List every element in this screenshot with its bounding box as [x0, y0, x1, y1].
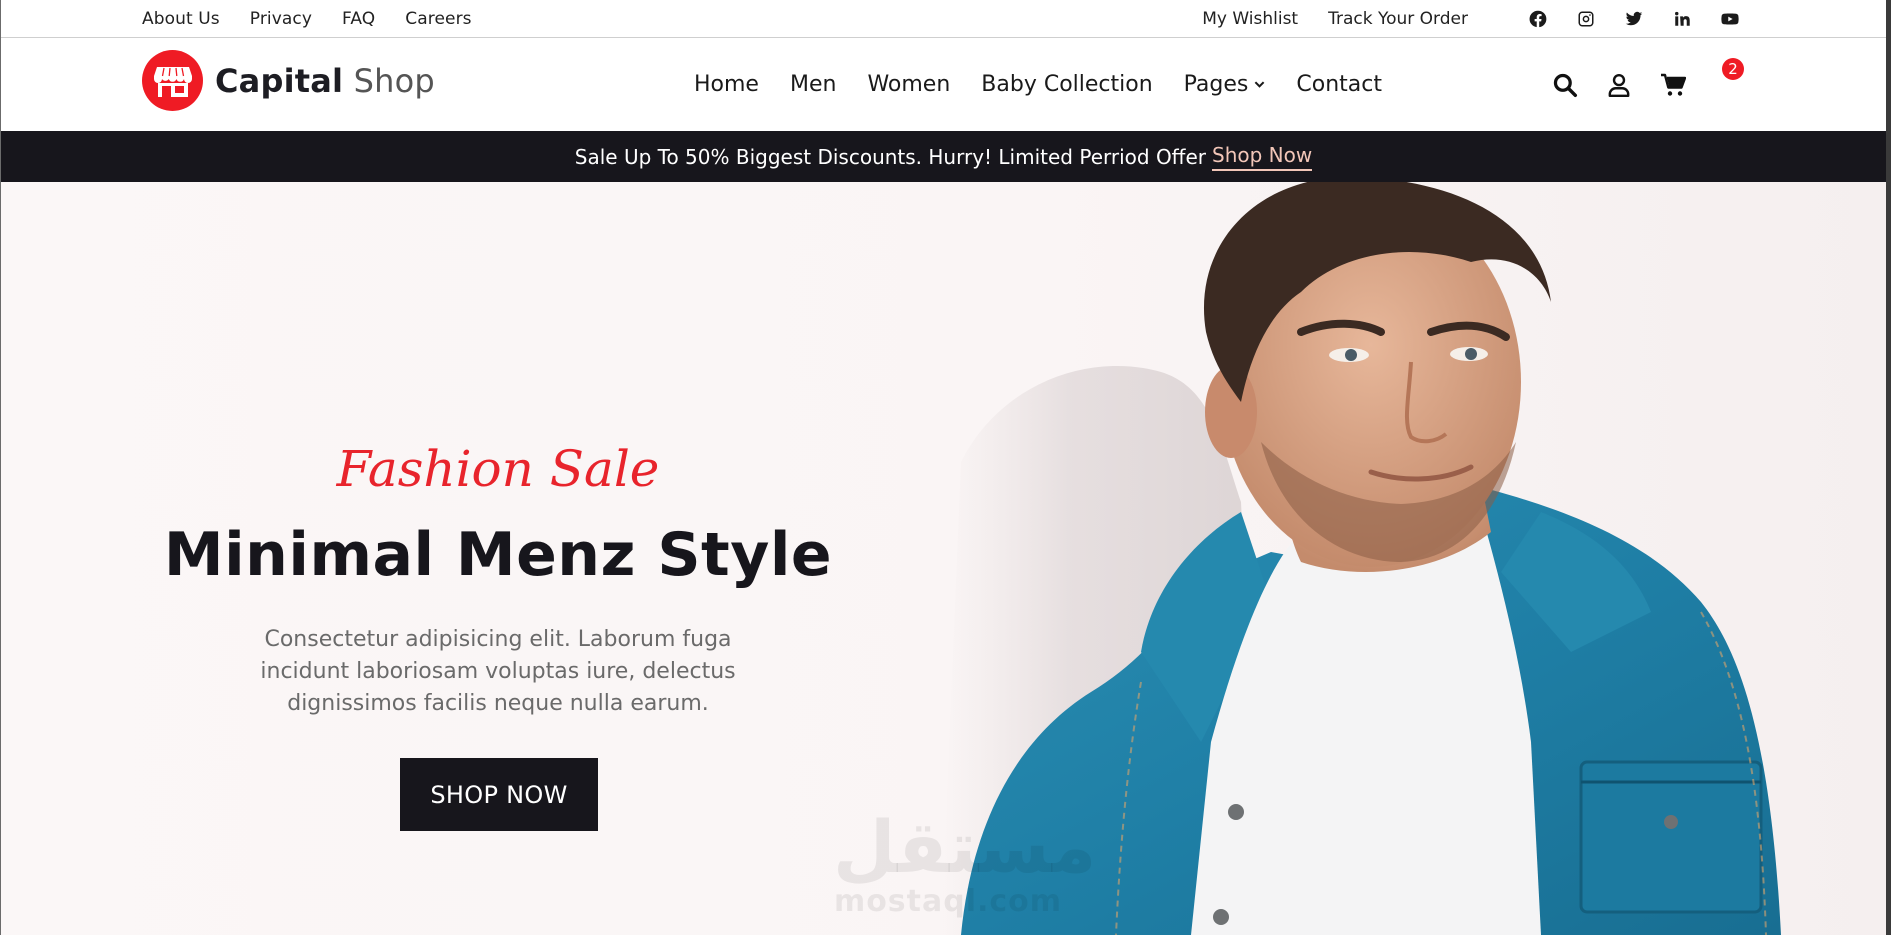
nav-pages-dropdown[interactable]: Pages	[1184, 72, 1266, 97]
nav-home-label: Home	[694, 72, 759, 97]
site-logo[interactable]: Capital Shop	[142, 50, 435, 111]
youtube-icon[interactable]	[1720, 9, 1740, 29]
cart-icon[interactable]: 2	[1660, 57, 1744, 98]
linkedin-icon[interactable]	[1672, 9, 1692, 29]
brand-name: Capital Shop	[215, 62, 435, 100]
user-icon[interactable]	[1606, 72, 1632, 98]
cart-count-badge: 2	[1722, 57, 1744, 80]
nav-contact[interactable]: Contact	[1296, 72, 1382, 97]
nav-women-label: Women	[867, 72, 951, 97]
hero-shop-now-button[interactable]: SHOP NOW	[400, 758, 598, 831]
main-navbar: Capital Shop Home Men Women Baby Collect…	[1, 38, 1886, 131]
hero-kicker: Fashion Sale	[336, 440, 660, 498]
top-left-links: About Us Privacy FAQ Careers	[142, 0, 502, 38]
search-icon[interactable]	[1552, 72, 1578, 98]
privacy-link[interactable]: Privacy	[250, 9, 312, 29]
nav-contact-label: Contact	[1296, 72, 1382, 97]
window-edge	[1886, 0, 1891, 935]
facebook-icon[interactable]	[1528, 9, 1548, 29]
nav-women[interactable]: Women	[867, 72, 950, 97]
about-us-link[interactable]: About Us	[142, 9, 220, 29]
store-icon	[142, 50, 203, 111]
twitter-icon[interactable]	[1624, 9, 1644, 29]
browser-frame: About Us Privacy FAQ Careers My Wishlist…	[0, 0, 1891, 935]
hero-title: Minimal Menz Style	[163, 520, 833, 590]
nav-men-label: Men	[789, 72, 837, 97]
chevron-down-icon	[1255, 81, 1265, 88]
page: About Us Privacy FAQ Careers My Wishlist…	[0, 0, 1886, 935]
watermark-latin: mostaql.com	[833, 884, 1063, 919]
promo-text: Sale Up To 50% Biggest Discounts. Hurry!…	[574, 144, 1206, 169]
nav-baby-collection[interactable]: Baby Collection	[981, 72, 1152, 97]
wishlist-link[interactable]: My Wishlist	[1202, 9, 1298, 29]
header-actions: 2	[1524, 38, 1744, 131]
nav-baby-collection-label: Baby Collection	[981, 72, 1153, 97]
promo-shop-now-link[interactable]: Shop Now	[1212, 143, 1313, 171]
brand-name-bold: Capital	[215, 61, 344, 100]
track-order-link[interactable]: Track Your Order	[1328, 9, 1468, 29]
careers-link[interactable]: Careers	[405, 9, 471, 29]
social-links	[1500, 9, 1740, 29]
nav-pages-label: Pages	[1183, 72, 1249, 97]
hero-description: Consectetur adipisicing elit. Laborum fu…	[260, 627, 736, 716]
hero-section: Fashion Sale Minimal Menz Style Consecte…	[1, 182, 1886, 935]
watermark: مستقل mostaql.com	[833, 805, 1097, 919]
watermark-arabic: مستقل	[833, 805, 1097, 889]
main-menu: Home Men Women Baby Collection Pages Con…	[694, 38, 1413, 131]
top-utility-bar: About Us Privacy FAQ Careers My Wishlist…	[1, 0, 1886, 38]
instagram-icon[interactable]	[1576, 9, 1596, 29]
nav-men[interactable]: Men	[790, 72, 836, 97]
top-right-links: My Wishlist Track Your Order	[1172, 0, 1740, 38]
brand-name-light: Shop	[353, 61, 435, 100]
faq-link[interactable]: FAQ	[342, 9, 375, 29]
nav-home[interactable]: Home	[694, 72, 759, 97]
promo-banner: Sale Up To 50% Biggest Discounts. Hurry!…	[1, 131, 1886, 182]
